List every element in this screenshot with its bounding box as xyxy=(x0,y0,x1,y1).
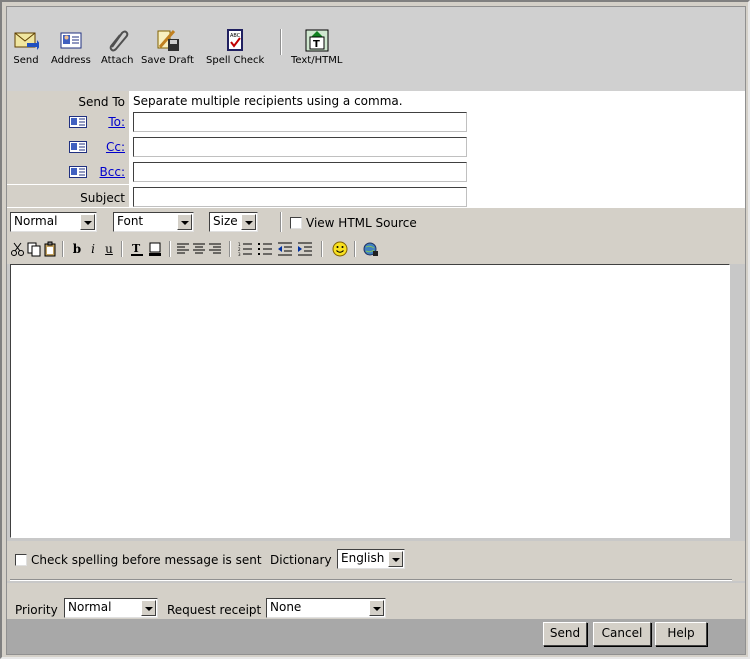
indent-icon[interactable] xyxy=(297,241,313,257)
to-link[interactable]: To: xyxy=(108,115,125,129)
send-button[interactable]: Send xyxy=(543,622,587,646)
svg-text:T: T xyxy=(132,242,141,255)
svg-text:T: T xyxy=(313,39,320,50)
font-value: Font xyxy=(117,214,144,228)
view-html-source-checkbox[interactable] xyxy=(290,217,302,229)
hyperlink-icon[interactable] xyxy=(363,241,379,257)
to-address-card-icon[interactable] xyxy=(69,116,87,128)
chevron-down-icon xyxy=(388,551,403,567)
italic-button[interactable]: i xyxy=(85,241,101,257)
dictionary-value: English xyxy=(341,551,385,565)
bcc-address-card-icon[interactable] xyxy=(69,166,87,178)
priority-row: Priority Normal Request receipt None xyxy=(7,583,745,619)
text-html-toolbar-label: Text/HTML xyxy=(291,55,343,66)
request-receipt-label: Request receipt xyxy=(167,603,262,617)
align-left-icon[interactable] xyxy=(175,241,191,257)
priority-label: Priority xyxy=(15,603,58,617)
to-field[interactable] xyxy=(133,112,467,132)
chevron-down-icon xyxy=(369,600,384,616)
send-to-label: Send To xyxy=(78,95,125,109)
compose-toolbar: Send Address Attach Save Draft ABC Spell… xyxy=(7,7,745,91)
unordered-list-icon[interactable] xyxy=(257,241,273,257)
text-color-icon[interactable]: T xyxy=(129,241,145,257)
paragraph-style-value: Normal xyxy=(14,214,58,228)
chevron-down-icon xyxy=(141,600,156,616)
size-value: Size xyxy=(213,214,238,228)
smiley-icon[interactable] xyxy=(332,241,348,257)
editor-separator xyxy=(229,241,231,257)
bcc-link[interactable]: Bcc: xyxy=(100,165,125,179)
priority-value: Normal xyxy=(68,600,112,614)
dictionary-label: Dictionary xyxy=(270,553,332,567)
save-draft-toolbar-label: Save Draft xyxy=(141,55,194,66)
format-bar: Normal Font Size View HTML Source xyxy=(7,207,745,236)
send-icon xyxy=(14,32,39,50)
bcc-field[interactable] xyxy=(133,162,467,182)
text-html-toolbar-button[interactable]: T Text/HTML xyxy=(291,27,342,67)
spell-check-icon: ABC xyxy=(227,29,244,51)
attach-toolbar-button[interactable]: Attach xyxy=(101,27,133,67)
paste-icon[interactable] xyxy=(42,241,58,257)
paperclip-icon xyxy=(109,30,129,52)
chevron-down-icon xyxy=(80,214,95,230)
subject-field[interactable] xyxy=(133,187,467,207)
priority-select[interactable]: Normal xyxy=(64,598,158,618)
request-receipt-select[interactable]: None xyxy=(266,598,386,618)
spell-check-toolbar-button[interactable]: ABC Spell Check xyxy=(206,27,264,67)
dictionary-select[interactable]: English xyxy=(337,549,405,569)
cc-field[interactable] xyxy=(133,137,467,157)
bold-button[interactable]: b xyxy=(69,241,85,257)
save-draft-icon xyxy=(157,30,180,51)
toolbar-separator xyxy=(280,29,282,55)
paragraph-style-select[interactable]: Normal xyxy=(10,212,97,232)
editor-separator xyxy=(121,241,123,257)
spelling-options-row: Check spelling before message is sent Di… xyxy=(7,541,745,581)
compose-window: Send Address Attach Save Draft ABC Spell… xyxy=(0,0,750,659)
editor-separator xyxy=(321,241,323,257)
chevron-down-icon xyxy=(177,214,192,230)
send-toolbar-button[interactable]: Send xyxy=(13,27,39,67)
save-draft-toolbar-button[interactable]: Save Draft xyxy=(141,27,194,67)
address-book-icon xyxy=(60,32,82,49)
svg-text:3: 3 xyxy=(238,252,241,257)
view-html-source-label: View HTML Source xyxy=(306,216,417,230)
editor-separator xyxy=(169,241,171,257)
editor-separator xyxy=(354,241,356,257)
send-toolbar-label: Send xyxy=(13,55,39,66)
check-spelling-checkbox[interactable] xyxy=(15,554,27,566)
copy-icon[interactable] xyxy=(26,241,42,257)
message-body-editor[interactable] xyxy=(10,264,730,538)
spell-check-toolbar-label: Spell Check xyxy=(206,55,265,66)
recipients-form: Send To Separate multiple recipients usi… xyxy=(7,91,745,207)
options-divider xyxy=(10,579,732,581)
cc-address-card-icon[interactable] xyxy=(69,141,87,153)
format-separator xyxy=(280,212,282,232)
font-select[interactable]: Font xyxy=(113,212,194,232)
cut-icon[interactable] xyxy=(10,241,26,257)
editor-separator xyxy=(62,241,64,257)
address-toolbar-button[interactable]: Address xyxy=(51,27,91,67)
cancel-button[interactable]: Cancel xyxy=(593,622,651,646)
align-right-icon[interactable] xyxy=(207,241,223,257)
subject-label: Subject xyxy=(80,191,125,205)
ordered-list-icon[interactable]: 123 xyxy=(237,241,253,257)
background-color-icon[interactable] xyxy=(147,241,163,257)
outdent-icon[interactable] xyxy=(277,241,293,257)
check-spelling-label: Check spelling before message is sent xyxy=(31,553,262,567)
chevron-down-icon xyxy=(241,214,256,230)
request-receipt-value: None xyxy=(270,600,302,614)
underline-button[interactable]: u xyxy=(101,241,117,257)
align-center-icon[interactable] xyxy=(191,241,207,257)
attach-toolbar-label: Attach xyxy=(101,55,134,66)
address-toolbar-label: Address xyxy=(51,55,91,66)
editor-toolbar: b i u T 123 xyxy=(7,236,745,264)
text-html-toggle-icon: T xyxy=(305,29,329,52)
cc-link[interactable]: Cc: xyxy=(106,140,125,154)
compose-panel: Send Address Attach Save Draft ABC Spell… xyxy=(6,6,746,655)
recipients-hint: Separate multiple recipients using a com… xyxy=(133,94,403,108)
help-button[interactable]: Help xyxy=(655,622,707,646)
action-button-bar: Send Cancel Help xyxy=(7,619,745,654)
size-select[interactable]: Size xyxy=(209,212,258,232)
